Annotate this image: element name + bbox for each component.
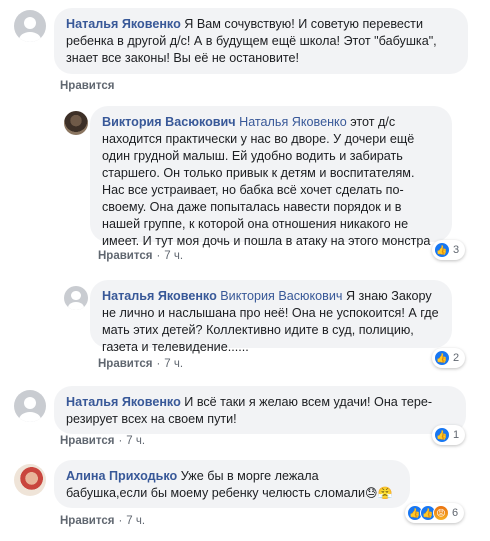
angry-face-icon: 😡	[433, 505, 449, 521]
avatar[interactable]	[64, 286, 88, 310]
comment-author[interactable]: Наталья Яковенко	[66, 395, 181, 409]
reactions-summary[interactable]: 👍 3	[432, 240, 466, 260]
like-button[interactable]: Нравится	[98, 358, 152, 370]
timestamp[interactable]: 7 ч.	[164, 358, 183, 370]
comment-actions: Нравится	[60, 80, 114, 92]
reaction-count: 3	[453, 244, 460, 256]
timestamp[interactable]: 7 ч.	[164, 250, 183, 262]
avatar[interactable]	[64, 111, 88, 135]
comment-author[interactable]: Алина Приходько	[66, 469, 177, 483]
comment-bubble: Наталья Яковенко И всё таки я желаю всем…	[54, 386, 466, 434]
timestamp[interactable]: 7 ч.	[126, 435, 145, 447]
avatar[interactable]	[14, 10, 46, 42]
comment-bubble: Виктория Васюкович Наталья Яковенко этот…	[90, 106, 452, 248]
mention-link[interactable]: Наталья Яковенко	[239, 115, 347, 129]
reaction-count: 2	[453, 352, 460, 364]
separator-dot: ·	[118, 435, 123, 447]
thumbs-up-icon: 👍	[434, 242, 450, 258]
comment-bubble: Наталья Яковенко Я Вам сочувствую! И сов…	[54, 8, 468, 74]
avatar[interactable]	[14, 390, 46, 422]
comment-author[interactable]: Наталья Яковенко	[102, 289, 217, 303]
reactions-summary[interactable]: 👍 1	[432, 425, 466, 445]
comment-text: этот д/с находится практически у нас во …	[102, 115, 431, 248]
like-button[interactable]: Нравится	[60, 515, 114, 527]
separator-dot: ·	[156, 250, 161, 262]
reaction-count: 1	[453, 429, 460, 441]
comment-actions: Нравится · 7 ч.	[60, 515, 145, 527]
reaction-count: 6	[452, 507, 459, 519]
like-button[interactable]: Нравится	[98, 250, 152, 262]
comment-actions: Нравится · 7 ч.	[98, 250, 183, 262]
reactions-summary[interactable]: 👍 2	[432, 348, 466, 368]
mention-link[interactable]: Виктория Васюкович	[220, 289, 342, 303]
timestamp[interactable]: 7 ч.	[126, 515, 145, 527]
emoji: 😓😤	[365, 486, 393, 500]
comment-bubble: Алина Приходько Уже бы в морге лежала ба…	[54, 460, 410, 508]
comment-actions: Нравится · 7 ч.	[60, 435, 145, 447]
comment-author[interactable]: Наталья Яковенко	[66, 17, 181, 31]
comment-author[interactable]: Виктория Васюкович	[102, 115, 236, 129]
thumbs-up-icon: 👍	[434, 427, 450, 443]
comment-actions: Нравится · 7 ч.	[98, 358, 183, 370]
separator-dot: ·	[118, 515, 123, 527]
like-button[interactable]: Нравится	[60, 80, 114, 92]
reactions-summary[interactable]: 👍 👍 😡 6	[405, 503, 465, 523]
like-button[interactable]: Нравится	[60, 435, 114, 447]
comment-bubble: Наталья Яковенко Виктория Васюкович Я зн…	[90, 280, 452, 354]
separator-dot: ·	[156, 358, 161, 370]
thumbs-up-icon: 👍	[434, 350, 450, 366]
avatar[interactable]	[14, 464, 46, 496]
